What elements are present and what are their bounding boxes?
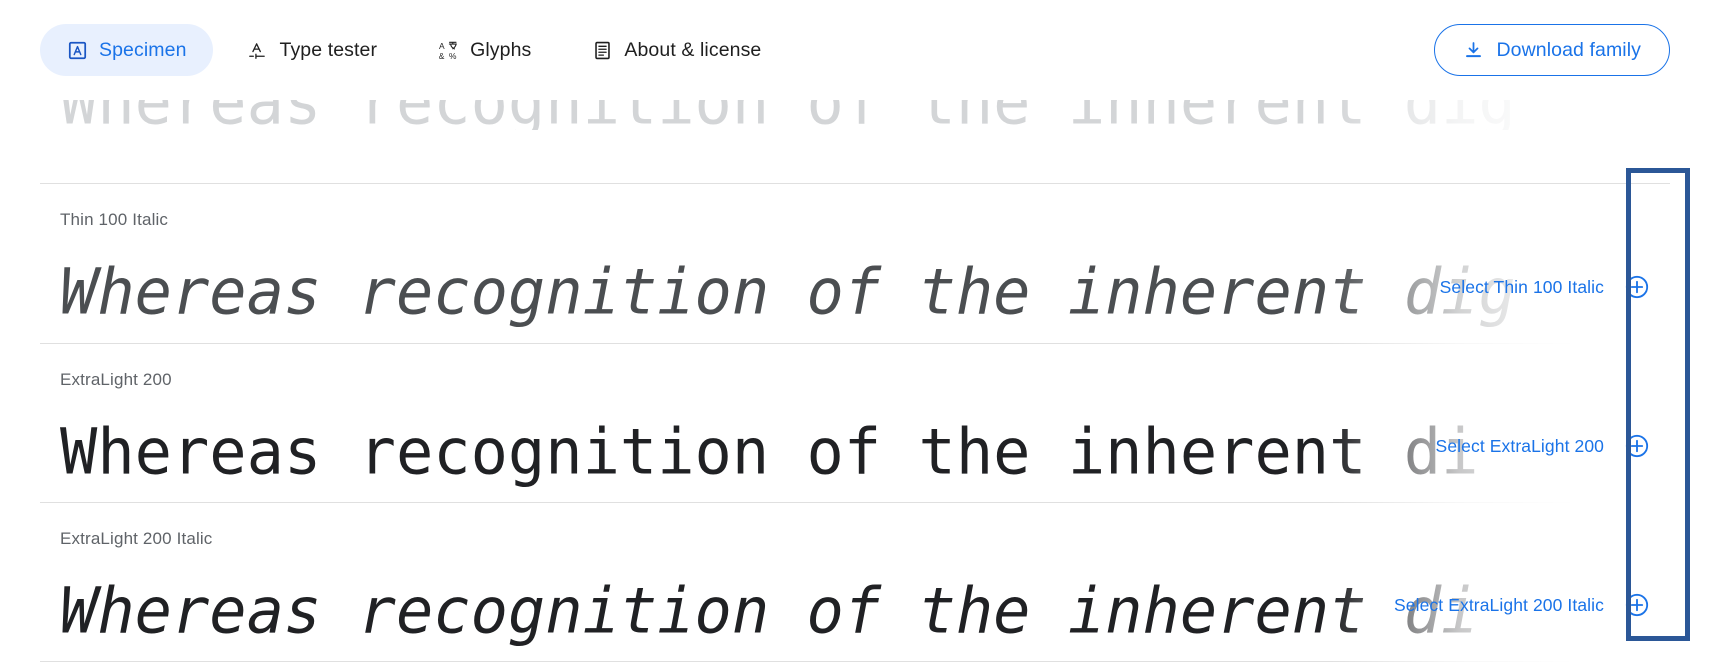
svg-text:A: A	[439, 41, 445, 51]
tab-glyphs[interactable]: A & % Glyphs	[411, 24, 557, 76]
select-area: Select ExtraLight 200	[1436, 433, 1650, 459]
select-style-link[interactable]: Select ExtraLight 200	[1436, 436, 1604, 457]
type-tester-icon	[247, 39, 269, 61]
tab-specimen[interactable]: Specimen	[40, 24, 213, 76]
plus-circle-icon[interactable]	[1624, 274, 1650, 300]
sample-text: Whereas recognition of the inherent dig	[60, 254, 1516, 329]
sample-text: Whereas recognition of the inherent di	[60, 573, 1479, 648]
tab-about-license[interactable]: About & license	[565, 24, 787, 76]
tab-label: Specimen	[99, 38, 187, 61]
style-label: ExtraLight 200	[60, 370, 172, 389]
tab-label: About & license	[624, 38, 762, 61]
sample-text: Whereas recognition of the inherent di	[60, 414, 1479, 489]
download-icon	[1463, 40, 1484, 61]
sample-wrapper: Whereas recognition of the inherent di	[40, 396, 1670, 508]
download-family-button[interactable]: Download family	[1434, 24, 1670, 76]
select-style-link[interactable]: Select Thin 100 Italic	[1440, 277, 1604, 298]
glyphs-grid-icon: A & %	[437, 39, 459, 61]
svg-text:&: &	[438, 50, 444, 60]
select-area: Select Thin 100 Italic	[1440, 274, 1650, 300]
specimen-row-thin-100-italic: Thin 100 Italic Whereas recognition of t…	[40, 184, 1670, 348]
letter-a-box-icon	[66, 39, 88, 61]
style-label: ExtraLight 200 Italic	[60, 529, 213, 548]
document-icon	[591, 39, 613, 61]
select-area: Select ExtraLight 200 Italic	[1394, 592, 1650, 618]
download-family-label: Download family	[1496, 38, 1641, 61]
plus-circle-icon[interactable]	[1624, 592, 1650, 618]
tab-bar: Specimen Type tester A & % Glyphs About …	[40, 24, 1434, 76]
specimen-row-extralight-200-italic: ExtraLight 200 Italic Whereas recognitio…	[40, 503, 1670, 667]
select-style-link[interactable]: Select ExtraLight 200 Italic	[1394, 595, 1604, 616]
specimen-header-bar: Specimen Type tester A & % Glyphs About …	[0, 0, 1710, 100]
tab-label: Type tester	[279, 38, 378, 61]
specimen-row-extralight-200: ExtraLight 200 Whereas recognition of th…	[40, 344, 1670, 508]
tab-label: Glyphs	[470, 38, 532, 61]
tab-type-tester[interactable]: Type tester	[221, 24, 404, 76]
sample-wrapper: Whereas recognition of the inherent dig	[40, 236, 1670, 348]
style-label: Thin 100 Italic	[60, 210, 169, 229]
svg-text:%: %	[449, 50, 457, 60]
plus-circle-icon[interactable]	[1624, 433, 1650, 459]
